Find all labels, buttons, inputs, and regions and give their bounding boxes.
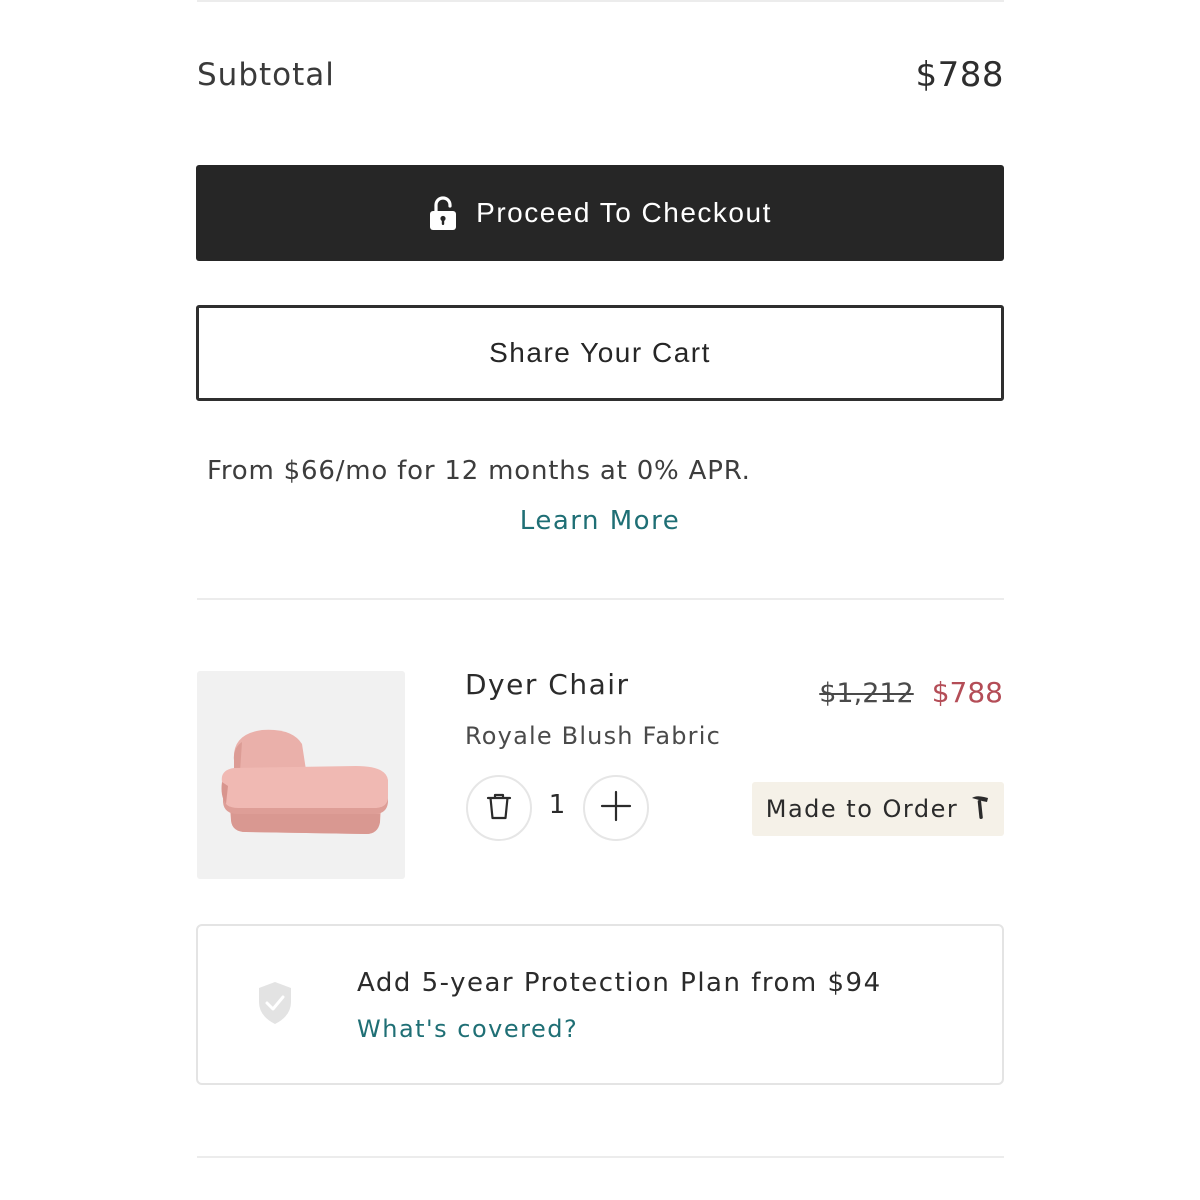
plus-icon	[599, 789, 633, 827]
subtotal-value: $788	[915, 55, 1004, 95]
made-to-order-badge[interactable]: Made to Order	[752, 782, 1004, 836]
proceed-to-checkout-button[interactable]: Proceed To Checkout	[196, 165, 1004, 261]
chair-illustration	[221, 729, 388, 834]
trash-icon	[482, 789, 516, 827]
cart-summary-page: Subtotal $788 Proceed To Checkout Share …	[0, 0, 1200, 1200]
product-name[interactable]: Dyer Chair	[465, 668, 630, 701]
increase-quantity-button[interactable]	[583, 775, 649, 841]
lock-icon	[428, 195, 458, 231]
product-image[interactable]	[197, 671, 405, 879]
shield-check-icon	[256, 980, 294, 1026]
section-divider	[197, 598, 1004, 600]
price-group: $1,212 $788	[819, 676, 1003, 709]
learn-more-link[interactable]: Learn More	[0, 506, 1200, 536]
protection-plan-title: Add 5-year Protection Plan from $94	[357, 968, 882, 998]
top-divider	[197, 0, 1004, 2]
protection-plan-card[interactable]	[196, 924, 1004, 1085]
subtotal-label: Subtotal	[197, 57, 335, 93]
checkout-button-label: Proceed To Checkout	[476, 197, 772, 228]
hammer-icon	[970, 793, 990, 825]
made-to-order-label: Made to Order	[765, 795, 959, 823]
whats-covered-link[interactable]: What's covered?	[357, 1015, 578, 1043]
quantity-value: 1	[548, 790, 566, 820]
financing-text: From $66/mo for 12 months at 0% APR.	[207, 456, 751, 486]
subtotal-row: Subtotal $788	[197, 52, 1004, 98]
remove-item-button[interactable]	[466, 775, 532, 841]
sale-price: $788	[931, 676, 1003, 709]
share-your-cart-button[interactable]: Share Your Cart	[196, 305, 1004, 401]
share-button-label: Share Your Cart	[489, 337, 711, 368]
bottom-divider	[197, 1156, 1004, 1158]
original-price: $1,212	[819, 678, 914, 709]
product-variant: Royale Blush Fabric	[465, 722, 722, 750]
